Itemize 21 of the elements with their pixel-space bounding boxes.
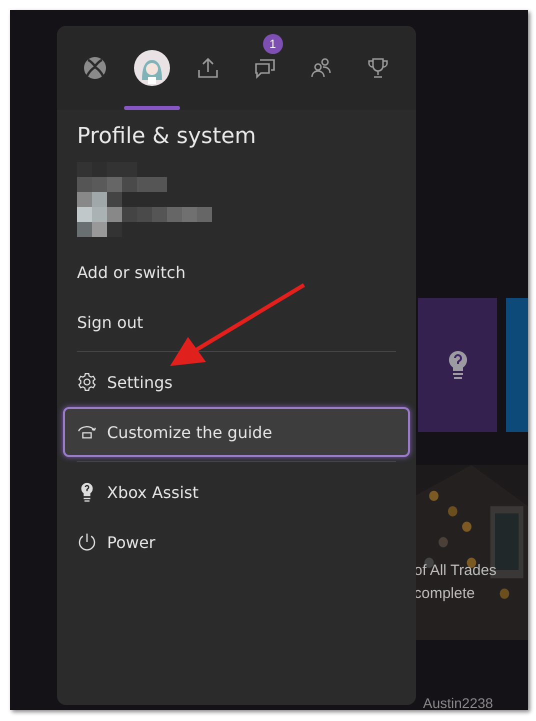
- xbox-logo-icon: [83, 56, 108, 80]
- game-tile-text: complete: [414, 584, 476, 604]
- trophy-icon: [366, 56, 390, 80]
- menu-item[interactable]: Sign out: [63, 297, 410, 347]
- upload-icon: [196, 56, 220, 80]
- assist-tile[interactable]: [418, 298, 497, 432]
- avatar-icon: [134, 50, 170, 86]
- menu-item[interactable]: Settings: [63, 357, 410, 407]
- chat-tab[interactable]: 1: [238, 26, 291, 110]
- gamertag: Austin2238: [423, 695, 494, 710]
- menu-item[interactable]: Add or switch: [63, 247, 410, 297]
- settings-icon: [77, 372, 97, 392]
- menu-item[interactable]: Xbox Assist: [63, 467, 410, 517]
- people-icon: [309, 56, 334, 80]
- panel-title: Profile & system: [77, 124, 258, 151]
- power-icon: [77, 532, 97, 552]
- notification-badge: 1: [262, 34, 283, 54]
- chat-icon: [252, 56, 277, 80]
- menu-item[interactable]: Power: [63, 517, 410, 567]
- menu-item[interactable]: Customize the guide: [63, 407, 410, 457]
- app-tile[interactable]: [506, 298, 528, 432]
